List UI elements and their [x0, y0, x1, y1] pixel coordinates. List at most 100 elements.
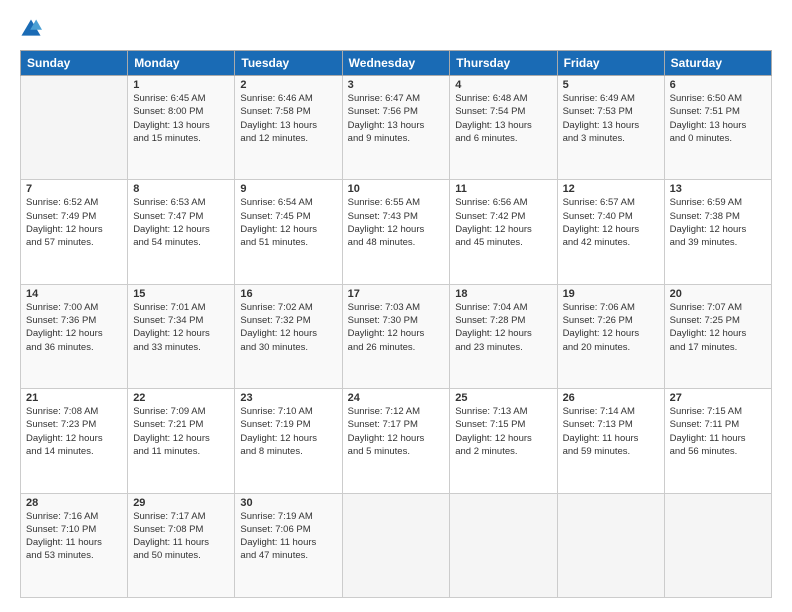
day-info: Sunrise: 7:02 AM Sunset: 7:32 PM Dayligh…: [240, 301, 336, 354]
day-number: 1: [133, 79, 229, 91]
calendar-cell: 25Sunrise: 7:13 AM Sunset: 7:15 PM Dayli…: [450, 389, 557, 493]
weekday-header: Thursday: [450, 51, 557, 76]
day-info: Sunrise: 6:57 AM Sunset: 7:40 PM Dayligh…: [563, 196, 659, 249]
calendar-cell: 24Sunrise: 7:12 AM Sunset: 7:17 PM Dayli…: [342, 389, 450, 493]
day-number: 27: [670, 392, 766, 404]
calendar-cell: 20Sunrise: 7:07 AM Sunset: 7:25 PM Dayli…: [664, 284, 771, 388]
day-info: Sunrise: 7:00 AM Sunset: 7:36 PM Dayligh…: [26, 301, 122, 354]
day-info: Sunrise: 6:48 AM Sunset: 7:54 PM Dayligh…: [455, 92, 551, 145]
day-info: Sunrise: 7:06 AM Sunset: 7:26 PM Dayligh…: [563, 301, 659, 354]
day-number: 6: [670, 79, 766, 91]
calendar-cell: 4Sunrise: 6:48 AM Sunset: 7:54 PM Daylig…: [450, 76, 557, 180]
weekday-header: Saturday: [664, 51, 771, 76]
day-number: 28: [26, 497, 122, 509]
day-info: Sunrise: 6:53 AM Sunset: 7:47 PM Dayligh…: [133, 196, 229, 249]
day-number: 2: [240, 79, 336, 91]
day-number: 29: [133, 497, 229, 509]
calendar-cell: 5Sunrise: 6:49 AM Sunset: 7:53 PM Daylig…: [557, 76, 664, 180]
calendar-cell: 23Sunrise: 7:10 AM Sunset: 7:19 PM Dayli…: [235, 389, 342, 493]
day-number: 30: [240, 497, 336, 509]
day-info: Sunrise: 6:55 AM Sunset: 7:43 PM Dayligh…: [348, 196, 445, 249]
day-info: Sunrise: 7:04 AM Sunset: 7:28 PM Dayligh…: [455, 301, 551, 354]
calendar-cell: 15Sunrise: 7:01 AM Sunset: 7:34 PM Dayli…: [128, 284, 235, 388]
calendar-cell: 28Sunrise: 7:16 AM Sunset: 7:10 PM Dayli…: [21, 493, 128, 597]
calendar-cell: [21, 76, 128, 180]
page: SundayMondayTuesdayWednesdayThursdayFrid…: [0, 0, 792, 612]
calendar-cell: 9Sunrise: 6:54 AM Sunset: 7:45 PM Daylig…: [235, 180, 342, 284]
calendar-table: SundayMondayTuesdayWednesdayThursdayFrid…: [20, 50, 772, 598]
day-number: 7: [26, 183, 122, 195]
weekday-header: Monday: [128, 51, 235, 76]
day-number: 9: [240, 183, 336, 195]
header-row: SundayMondayTuesdayWednesdayThursdayFrid…: [21, 51, 772, 76]
calendar-cell: 13Sunrise: 6:59 AM Sunset: 7:38 PM Dayli…: [664, 180, 771, 284]
calendar-cell: 29Sunrise: 7:17 AM Sunset: 7:08 PM Dayli…: [128, 493, 235, 597]
day-info: Sunrise: 7:07 AM Sunset: 7:25 PM Dayligh…: [670, 301, 766, 354]
day-info: Sunrise: 6:59 AM Sunset: 7:38 PM Dayligh…: [670, 196, 766, 249]
calendar-cell: 2Sunrise: 6:46 AM Sunset: 7:58 PM Daylig…: [235, 76, 342, 180]
calendar-cell: [450, 493, 557, 597]
day-number: 4: [455, 79, 551, 91]
calendar-week-row: 1Sunrise: 6:45 AM Sunset: 8:00 PM Daylig…: [21, 76, 772, 180]
day-info: Sunrise: 6:52 AM Sunset: 7:49 PM Dayligh…: [26, 196, 122, 249]
calendar-cell: 7Sunrise: 6:52 AM Sunset: 7:49 PM Daylig…: [21, 180, 128, 284]
day-number: 19: [563, 288, 659, 300]
calendar-cell: 17Sunrise: 7:03 AM Sunset: 7:30 PM Dayli…: [342, 284, 450, 388]
calendar-week-row: 21Sunrise: 7:08 AM Sunset: 7:23 PM Dayli…: [21, 389, 772, 493]
day-info: Sunrise: 7:14 AM Sunset: 7:13 PM Dayligh…: [563, 405, 659, 458]
day-number: 26: [563, 392, 659, 404]
calendar-cell: 22Sunrise: 7:09 AM Sunset: 7:21 PM Dayli…: [128, 389, 235, 493]
calendar-week-row: 28Sunrise: 7:16 AM Sunset: 7:10 PM Dayli…: [21, 493, 772, 597]
day-info: Sunrise: 6:54 AM Sunset: 7:45 PM Dayligh…: [240, 196, 336, 249]
day-number: 25: [455, 392, 551, 404]
calendar-cell: 18Sunrise: 7:04 AM Sunset: 7:28 PM Dayli…: [450, 284, 557, 388]
day-info: Sunrise: 6:46 AM Sunset: 7:58 PM Dayligh…: [240, 92, 336, 145]
day-info: Sunrise: 6:56 AM Sunset: 7:42 PM Dayligh…: [455, 196, 551, 249]
day-info: Sunrise: 6:47 AM Sunset: 7:56 PM Dayligh…: [348, 92, 445, 145]
day-number: 5: [563, 79, 659, 91]
day-number: 17: [348, 288, 445, 300]
weekday-header: Tuesday: [235, 51, 342, 76]
weekday-header: Sunday: [21, 51, 128, 76]
calendar-week-row: 14Sunrise: 7:00 AM Sunset: 7:36 PM Dayli…: [21, 284, 772, 388]
day-info: Sunrise: 7:08 AM Sunset: 7:23 PM Dayligh…: [26, 405, 122, 458]
weekday-header: Friday: [557, 51, 664, 76]
day-info: Sunrise: 6:49 AM Sunset: 7:53 PM Dayligh…: [563, 92, 659, 145]
calendar-cell: 6Sunrise: 6:50 AM Sunset: 7:51 PM Daylig…: [664, 76, 771, 180]
day-info: Sunrise: 6:45 AM Sunset: 8:00 PM Dayligh…: [133, 92, 229, 145]
calendar-body: 1Sunrise: 6:45 AM Sunset: 8:00 PM Daylig…: [21, 76, 772, 598]
calendar-cell: 14Sunrise: 7:00 AM Sunset: 7:36 PM Dayli…: [21, 284, 128, 388]
calendar-cell: [342, 493, 450, 597]
day-number: 24: [348, 392, 445, 404]
calendar-cell: 12Sunrise: 6:57 AM Sunset: 7:40 PM Dayli…: [557, 180, 664, 284]
day-info: Sunrise: 7:03 AM Sunset: 7:30 PM Dayligh…: [348, 301, 445, 354]
day-number: 12: [563, 183, 659, 195]
calendar-cell: 8Sunrise: 6:53 AM Sunset: 7:47 PM Daylig…: [128, 180, 235, 284]
calendar-header: SundayMondayTuesdayWednesdayThursdayFrid…: [21, 51, 772, 76]
header: [20, 18, 772, 40]
calendar-cell: 19Sunrise: 7:06 AM Sunset: 7:26 PM Dayli…: [557, 284, 664, 388]
day-number: 13: [670, 183, 766, 195]
day-number: 3: [348, 79, 445, 91]
calendar-cell: 21Sunrise: 7:08 AM Sunset: 7:23 PM Dayli…: [21, 389, 128, 493]
calendar-cell: 30Sunrise: 7:19 AM Sunset: 7:06 PM Dayli…: [235, 493, 342, 597]
day-info: Sunrise: 6:50 AM Sunset: 7:51 PM Dayligh…: [670, 92, 766, 145]
calendar-cell: 26Sunrise: 7:14 AM Sunset: 7:13 PM Dayli…: [557, 389, 664, 493]
day-info: Sunrise: 7:13 AM Sunset: 7:15 PM Dayligh…: [455, 405, 551, 458]
calendar-cell: 10Sunrise: 6:55 AM Sunset: 7:43 PM Dayli…: [342, 180, 450, 284]
calendar-cell: [664, 493, 771, 597]
day-number: 14: [26, 288, 122, 300]
day-number: 20: [670, 288, 766, 300]
calendar-week-row: 7Sunrise: 6:52 AM Sunset: 7:49 PM Daylig…: [21, 180, 772, 284]
day-number: 16: [240, 288, 336, 300]
day-number: 10: [348, 183, 445, 195]
logo: [20, 18, 44, 40]
day-number: 22: [133, 392, 229, 404]
calendar-cell: 27Sunrise: 7:15 AM Sunset: 7:11 PM Dayli…: [664, 389, 771, 493]
day-number: 15: [133, 288, 229, 300]
day-number: 21: [26, 392, 122, 404]
day-info: Sunrise: 7:01 AM Sunset: 7:34 PM Dayligh…: [133, 301, 229, 354]
day-number: 23: [240, 392, 336, 404]
calendar-cell: 16Sunrise: 7:02 AM Sunset: 7:32 PM Dayli…: [235, 284, 342, 388]
weekday-header: Wednesday: [342, 51, 450, 76]
